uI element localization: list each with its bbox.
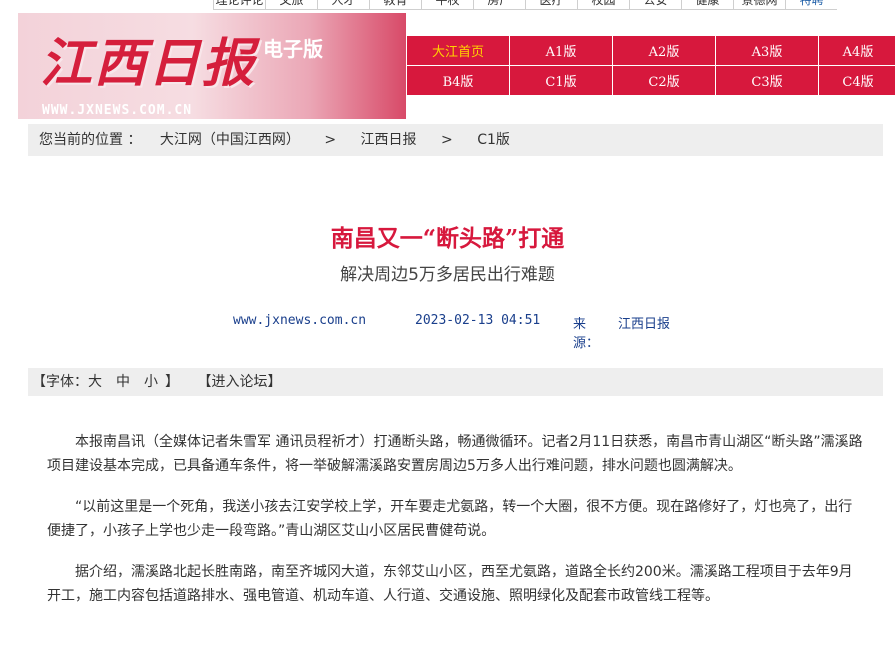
channel-link[interactable]: 公安 bbox=[629, 0, 681, 10]
channel-link[interactable]: 房产 bbox=[473, 0, 525, 10]
edition-c1[interactable]: C1版 bbox=[510, 66, 613, 96]
channel-link[interactable]: 医疗 bbox=[525, 0, 577, 10]
edition-b4[interactable]: B4版 bbox=[407, 66, 510, 96]
article-body: 本报南昌讯（全媒体记者朱雪军 通讯员程祈才）打通断头路，畅通微循环。记者2月11… bbox=[47, 430, 865, 625]
font-size-medium[interactable]: 中 bbox=[109, 374, 137, 390]
breadcrumb-link-home[interactable]: 大江网（中国江西网） bbox=[146, 132, 300, 148]
breadcrumb-link-paper[interactable]: 江西日报 bbox=[361, 132, 417, 148]
font-size-label: 【字体： bbox=[32, 374, 88, 390]
breadcrumb: 您当前的位置 ： 大江网（中国江西网） > 江西日报 > C1版 bbox=[28, 124, 883, 156]
channel-link[interactable]: 文旅 bbox=[265, 0, 317, 10]
breadcrumb-link-edition[interactable]: C1版 bbox=[477, 132, 510, 148]
article-paragraph: 本报南昌讯（全媒体记者朱雪军 通讯员程祈才）打通断头路，畅通微循环。记者2月11… bbox=[47, 434, 863, 474]
edition-a2[interactable]: A2版 bbox=[613, 36, 716, 66]
newspaper-logo: 江西日报 bbox=[40, 33, 257, 94]
font-size-large[interactable]: 大 bbox=[88, 374, 109, 390]
source-label: 来源： bbox=[573, 317, 600, 351]
site-banner[interactable]: 江西日报 电子版 WWW.JXNEWS.COM.CN bbox=[18, 13, 406, 119]
channel-link[interactable]: 特聘 bbox=[785, 0, 837, 10]
channel-link[interactable]: 校园 bbox=[577, 0, 629, 10]
breadcrumb-separator: > bbox=[441, 132, 453, 148]
channel-link[interactable]: 教育 bbox=[369, 0, 421, 10]
channel-link[interactable]: 人才 bbox=[317, 0, 369, 10]
article-url[interactable]: www.jxnews.com.cn bbox=[233, 313, 366, 328]
font-size-small[interactable]: 小 bbox=[137, 374, 165, 390]
breadcrumb-separator: > bbox=[324, 132, 337, 148]
article-subtitle: 解决周边5万多居民出行难题 bbox=[340, 265, 555, 285]
channel-link[interactable]: 景德网 bbox=[733, 0, 785, 10]
edition-c3[interactable]: C3版 bbox=[716, 66, 819, 96]
font-size-bar: 【字体：大中小】 【进入论坛】 bbox=[28, 368, 883, 396]
edition-c4[interactable]: C4版 bbox=[819, 66, 895, 96]
breadcrumb-prefix: 您当前的位置 ： bbox=[39, 132, 142, 148]
channel-nav: 理论评论 文旅 人才 教育 平权 房产 医疗 校园 公安 健康 景德网 特聘 bbox=[213, 0, 837, 10]
article-title: 南昌又一“断头路”打通 bbox=[330, 225, 565, 252]
edition-a3[interactable]: A3版 bbox=[716, 36, 819, 66]
edition-c2[interactable]: C2版 bbox=[613, 66, 716, 96]
channel-link[interactable]: 理论评论 bbox=[213, 0, 265, 10]
channel-link[interactable]: 健康 bbox=[681, 0, 733, 10]
edition-home[interactable]: 大江首页 bbox=[407, 36, 510, 66]
channel-link[interactable]: 平权 bbox=[421, 0, 473, 10]
font-size-label-close: 】 bbox=[165, 374, 179, 390]
edition-label: 电子版 bbox=[263, 37, 323, 61]
edition-a1[interactable]: A1版 bbox=[510, 36, 613, 66]
edition-a4[interactable]: A4版 bbox=[819, 36, 895, 66]
forum-link[interactable]: 【进入论坛】 bbox=[183, 374, 281, 390]
article-source: 江西日报 bbox=[618, 317, 671, 332]
edition-grid: 大江首页 A1版 A2版 A3版 A4版 B4版 C1版 C2版 C3版 C4版 bbox=[407, 36, 895, 96]
site-url: WWW.JXNEWS.COM.CN bbox=[42, 103, 193, 118]
article-paragraph: “以前这里是一个死角，我送小孩去江安学校上学，开车要走尤氨路，转一个大圈，很不方… bbox=[47, 499, 853, 539]
article-paragraph: 据介绍，濡溪路北起长胜南路，南至齐城冈大道，东邻艾山小区，西至尤氨路，道路全长约… bbox=[47, 564, 853, 604]
